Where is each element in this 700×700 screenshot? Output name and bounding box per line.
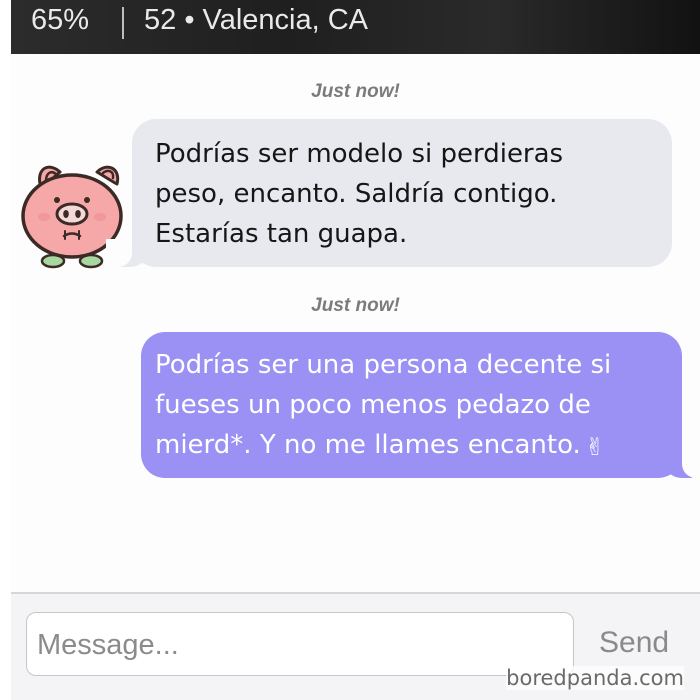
message-input[interactable]: Message... [26,612,574,676]
message-line: mierd*. Y no me llames encanto. [155,430,581,460]
incoming-message-bubble[interactable]: Podrías ser modelo si perdieras peso, en… [106,119,672,267]
message-line: peso, encanto. Saldría contigo. [155,179,558,209]
battery-percentage: 65% [31,4,90,36]
header-divider [122,7,124,39]
message-line: fueses un poco menos pedazo de [155,390,591,420]
profile-header: 65% 52 • Valencia, CA [11,0,700,54]
message-line: Podrías ser una persona decente si [155,350,612,380]
outgoing-message-bubble[interactable]: Podrías ser una persona decente si fuese… [141,332,700,478]
message-timestamp: Just now! [311,295,400,316]
message-line: Podrías ser modelo si perdieras [155,139,564,169]
profile-age-location: 52 • Valencia, CA [144,4,369,36]
message-line: Estarías tan guapa. [155,219,408,249]
watermark: boredpanda.com [506,666,684,690]
messaging-screen: 65% 52 • Valencia, CA Just now! Podrías … [11,0,700,700]
message-line-with-emoji: mierd*. Y no me llames encanto. ✌ [155,425,666,465]
message-timestamp: Just now! [311,81,400,102]
victory-hand-icon: ✌ [584,433,605,461]
send-button[interactable]: Send [599,626,669,660]
